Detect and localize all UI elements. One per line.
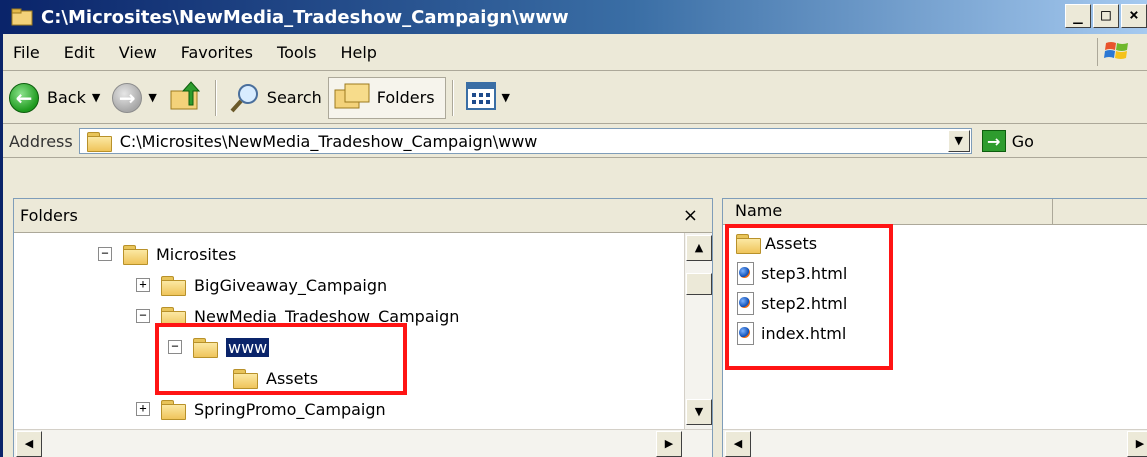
explorer-window: C:\Microsites\NewMedia_Tradeshow_Campaig… — [0, 0, 1147, 457]
menu-file[interactable]: File — [3, 43, 52, 62]
tree-item-biggiveaway[interactable]: + BigGiveaway_Campaign — [136, 272, 387, 298]
tree-item-microsites[interactable]: − Microsites — [98, 241, 236, 267]
scroll-left-arrow-icon[interactable]: ◀ — [725, 431, 751, 457]
tree-item-springpromo[interactable]: + SpringPromo_Campaign — [136, 396, 386, 422]
search-button[interactable]: Search — [223, 77, 328, 119]
folders-pane: Folders × − Microsites + BigGiveaway_Cam… — [13, 198, 713, 457]
search-icon — [229, 82, 261, 114]
scroll-down-arrow-icon[interactable]: ▼ — [686, 399, 712, 425]
scroll-right-arrow-icon[interactable]: ▶ — [1127, 431, 1147, 457]
menu-favorites[interactable]: Favorites — [169, 43, 265, 62]
go-label: Go — [1011, 131, 1034, 151]
folders-horizontal-scrollbar[interactable]: ◀ ▶ — [14, 429, 712, 457]
column-header-blank[interactable] — [1053, 199, 1147, 225]
folders-button[interactable]: Folders — [327, 76, 446, 119]
back-arrow-icon: ← — [9, 82, 39, 113]
toolbar-separator — [214, 79, 217, 116]
address-label: Address — [9, 131, 73, 151]
up-folder-icon — [169, 79, 203, 117]
address-dropdown-button[interactable]: ▼ — [947, 130, 970, 152]
folder-icon — [160, 399, 186, 420]
tree-item-label: SpringPromo_Campaign — [194, 399, 386, 419]
address-value: C:\Microsites\NewMedia_Tradeshow_Campaig… — [119, 131, 538, 151]
files-horizontal-scrollbar[interactable]: ◀ ▶ — [723, 429, 1147, 457]
folder-icon — [160, 275, 186, 296]
forward-button[interactable]: → ▼ — [106, 77, 162, 119]
expand-icon[interactable]: + — [136, 402, 150, 416]
scroll-right-arrow-icon[interactable]: ▶ — [656, 431, 682, 457]
forward-history-dropdown-icon[interactable]: ▼ — [148, 91, 156, 104]
up-button[interactable] — [163, 77, 209, 119]
menu-bar: File Edit View Favorites Tools Help — [3, 34, 1147, 71]
files-pane: Name Assets step3.html step2.html index.… — [722, 198, 1147, 457]
address-input[interactable]: C:\Microsites\NewMedia_Tradeshow_Campaig… — [78, 128, 972, 154]
close-button[interactable]: × — [1121, 4, 1147, 28]
menu-view[interactable]: View — [107, 43, 169, 62]
close-folders-pane-icon[interactable]: × — [683, 205, 698, 226]
folders-vertical-scrollbar[interactable]: ▲ ▼ — [684, 233, 712, 429]
collapse-icon[interactable]: − — [136, 309, 150, 323]
minimize-button[interactable]: _ — [1065, 4, 1091, 28]
expand-icon[interactable]: + — [136, 278, 150, 292]
toolbar-separator — [451, 79, 454, 116]
menu-tools[interactable]: Tools — [265, 43, 328, 62]
address-folder-icon — [86, 131, 112, 152]
windows-logo-icon — [1097, 38, 1128, 66]
views-dropdown-icon[interactable]: ▼ — [502, 91, 510, 104]
go-button[interactable]: → Go — [981, 130, 1034, 152]
back-history-dropdown-icon[interactable]: ▼ — [92, 91, 100, 104]
views-icon — [465, 81, 496, 114]
scroll-thumb[interactable] — [686, 273, 712, 295]
window-title: C:\Microsites\NewMedia_Tradeshow_Campaig… — [41, 6, 569, 28]
collapse-icon[interactable]: − — [98, 247, 112, 261]
highlight-box-tree — [155, 323, 407, 395]
menu-edit[interactable]: Edit — [52, 43, 107, 62]
tree-item-label: Microsites — [156, 244, 237, 264]
title-bar[interactable]: C:\Microsites\NewMedia_Tradeshow_Campaig… — [3, 0, 1147, 34]
maximize-button[interactable]: □ — [1093, 4, 1119, 28]
forward-arrow-icon: → — [112, 82, 143, 113]
search-label: Search — [266, 88, 322, 107]
back-label: Back — [47, 88, 86, 107]
column-header-name[interactable]: Name — [723, 199, 1053, 225]
back-button[interactable]: ← Back ▼ — [3, 77, 106, 119]
tree-item-label: BigGiveaway_Campaign — [194, 275, 388, 295]
address-bar: Address C:\Microsites\NewMedia_Tradeshow… — [3, 125, 1147, 158]
folders-label: Folders — [376, 88, 435, 107]
scroll-up-arrow-icon[interactable]: ▲ — [686, 235, 712, 261]
folders-pane-title: Folders — [20, 206, 78, 225]
menu-help[interactable]: Help — [328, 43, 388, 62]
go-arrow-icon: → — [981, 130, 1006, 152]
highlight-box-files — [725, 224, 893, 370]
scroll-left-arrow-icon[interactable]: ◀ — [16, 431, 42, 457]
toolbar: ← Back ▼ → ▼ Search Folders ▼ — [3, 72, 1147, 124]
folder-window-icon — [11, 8, 33, 26]
folder-icon — [122, 244, 148, 265]
folders-pane-header: Folders × — [14, 199, 712, 233]
folders-icon — [333, 80, 373, 116]
views-button[interactable]: ▼ — [460, 77, 516, 119]
